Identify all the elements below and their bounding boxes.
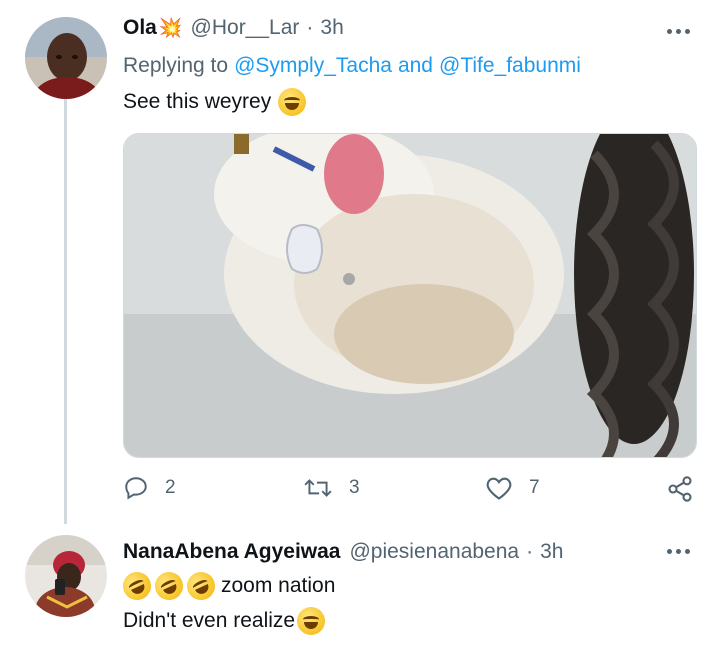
like-action[interactable]: 7	[485, 475, 540, 501]
reply-action[interactable]: 2	[123, 475, 176, 501]
share-action[interactable]	[666, 475, 694, 503]
mention-link[interactable]: @Tife_fabunmi	[439, 54, 581, 78]
dog-photo	[124, 134, 696, 457]
tweet-body: See this weyrey	[123, 90, 272, 113]
reply-count: 2	[165, 477, 176, 498]
user-handle[interactable]: @piesienanabena	[349, 540, 519, 564]
tweet-text: See this weyrey	[123, 88, 307, 116]
mention-and: and	[397, 54, 433, 77]
reply-icon	[125, 477, 147, 500]
display-name[interactable]: NanaAbena Agyeiwaa	[123, 540, 340, 564]
separator-dot: ·	[306, 16, 314, 39]
mention-link[interactable]: @Symply_Tacha	[234, 54, 392, 78]
share-icon	[668, 476, 692, 502]
user-handle[interactable]: @Hor__Lar	[191, 16, 300, 40]
tears-of-joy-emoji-icon	[297, 607, 326, 635]
avatar[interactable]	[25, 17, 107, 99]
display-name[interactable]: Ola	[123, 16, 157, 40]
thread-connector-line	[64, 98, 67, 524]
replying-to-label: Replying to	[123, 54, 229, 77]
rofl-emoji-icon	[182, 567, 220, 605]
avatar[interactable]	[25, 535, 107, 617]
tweet-header: NanaAbena Agyeiwaa @piesienanabena · 3h	[123, 540, 563, 564]
reply-context: Replying to @Symply_Tacha and @Tife_fabu…	[123, 54, 581, 78]
avatar-photo	[25, 535, 107, 617]
more-options-icon[interactable]	[667, 549, 690, 554]
timestamp[interactable]: 3h	[540, 540, 563, 564]
retweet-action[interactable]: 3	[303, 475, 360, 501]
separator-dot: ·	[526, 540, 534, 563]
rofl-emoji-icon	[118, 567, 156, 605]
tweet-header: Ola 💥 @Hor__Lar · 3h	[123, 16, 344, 40]
like-count: 7	[529, 477, 540, 498]
rofl-emoji-icon	[150, 567, 188, 605]
retweet-icon	[304, 479, 332, 497]
tweet-media-image[interactable]	[123, 133, 697, 458]
timestamp[interactable]: 3h	[320, 16, 343, 40]
tears-of-joy-emoji-icon	[278, 88, 307, 116]
tweet-text-line: Didn't even realize	[123, 607, 326, 635]
tweet-body: zoom nation	[221, 574, 336, 597]
heart-icon	[486, 477, 512, 500]
name-emoji: 💥	[158, 18, 183, 39]
tweet-text-line: zoom nation	[118, 567, 336, 605]
avatar-photo	[25, 17, 107, 99]
retweet-count: 3	[349, 477, 360, 498]
more-options-icon[interactable]	[667, 29, 690, 34]
tweet-body: Didn't even realize	[123, 609, 296, 632]
